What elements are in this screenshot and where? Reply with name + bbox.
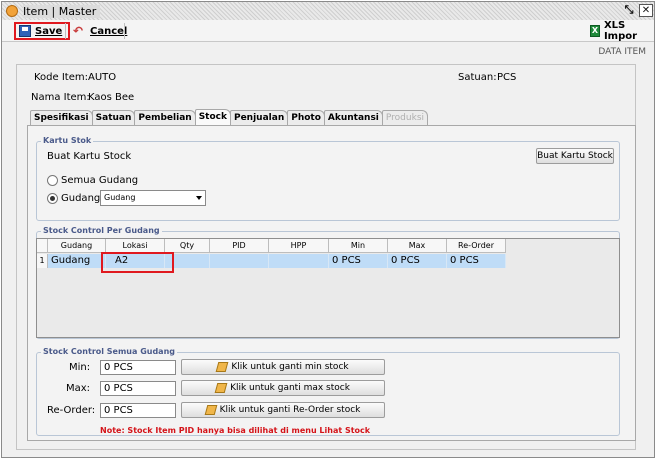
nama-item-label: Nama Item:: [31, 92, 90, 103]
column-header[interactable]: PID: [210, 239, 269, 253]
max-stock-button-label: Klik untuk ganti max stock: [230, 383, 350, 393]
grid-corner: [37, 239, 48, 253]
min-stock-button-label: Klik untuk ganti min stock: [231, 362, 349, 372]
max-stock-button[interactable]: Klik untuk ganti max stock: [181, 380, 385, 396]
kartu-stok-legend: Kartu Stok: [41, 136, 94, 145]
save-label: Save: [35, 25, 63, 37]
cancel-icon: ↶: [73, 23, 84, 38]
reorder-stock-button[interactable]: Klik untuk ganti Re-Order stock: [181, 402, 385, 418]
toolbar: Save ↶ Cancel X XLS Impor: [2, 20, 654, 42]
kartu-stok-subtitle: Buat Kartu Stock: [47, 151, 132, 162]
column-header[interactable]: Max: [388, 239, 447, 253]
kode-item-label: Kode Item:: [34, 72, 88, 83]
tab-strip: Spesifikasi Satuan Pembelian Stock Penju…: [30, 109, 429, 126]
app-icon: [6, 5, 18, 17]
xls-import-button[interactable]: X XLS Impor: [586, 20, 654, 42]
tab-akuntansi[interactable]: Akuntansi: [323, 110, 383, 125]
row-indicator: 1: [37, 254, 48, 268]
table-cell[interactable]: 0 PCS: [329, 254, 388, 268]
grid-header: Gudang Lokasi Qty PID HPP Min Max Re-Ord…: [37, 239, 506, 253]
table-cell[interactable]: 0 PCS: [447, 254, 506, 268]
column-header[interactable]: Min: [329, 239, 388, 253]
column-header[interactable]: Re-Order: [447, 239, 506, 253]
gudang-select[interactable]: Gudang: [100, 190, 206, 206]
pencil-icon: [214, 383, 228, 393]
excel-icon: X: [590, 25, 600, 37]
tab-pembelian[interactable]: Pembelian: [134, 110, 196, 125]
floppy-disk-icon: [19, 25, 31, 37]
semua-gudang-label: Semua Gudang: [61, 175, 139, 186]
min-stock-button[interactable]: Klik untuk ganti min stock: [181, 359, 385, 375]
stock-note: Note: Stock Item PID hanya bisa dilihat …: [100, 426, 371, 435]
toolbar-separator: [124, 23, 125, 39]
table-cell[interactable]: 0 PCS: [388, 254, 447, 268]
tab-penjualan[interactable]: Penjualan: [229, 110, 289, 125]
window-title: Item | Master: [23, 5, 101, 18]
column-header[interactable]: HPP: [269, 239, 329, 253]
table-cell[interactable]: Gudang: [48, 254, 106, 268]
column-header[interactable]: Gudang: [48, 239, 106, 253]
close-icon[interactable]: ✕: [639, 4, 653, 17]
reorder-stock-button-label: Klik untuk ganti Re-Order stock: [219, 405, 361, 415]
nama-item-value: Kaos Bee: [88, 92, 135, 103]
tab-photo[interactable]: Photo: [287, 110, 325, 125]
table-cell[interactable]: [210, 254, 269, 268]
cancel-button[interactable]: ↶ Cancel: [69, 22, 131, 40]
gudang-radio[interactable]: [47, 193, 58, 204]
min-field[interactable]: 0 PCS: [100, 360, 176, 375]
save-button[interactable]: Save: [14, 22, 71, 40]
tab-stock[interactable]: Stock: [194, 109, 231, 126]
max-field[interactable]: 0 PCS: [100, 381, 176, 396]
pencil-icon: [204, 405, 217, 415]
satuan-label: Satuan:: [458, 72, 497, 83]
reorder-label: Re-Order:: [47, 405, 96, 416]
gudang-radio-label: Gudang:: [61, 193, 104, 204]
reorder-field[interactable]: 0 PCS: [100, 403, 176, 418]
toolbar-separator: [65, 23, 66, 39]
chevron-down-icon: [196, 196, 202, 200]
header-caption: DATA ITEM: [598, 47, 646, 57]
cancel-label: Cancel: [90, 25, 128, 37]
column-header[interactable]: Qty: [165, 239, 210, 253]
title-bar[interactable]: Item | Master ⤡ ✕: [2, 2, 654, 20]
min-label: Min:: [69, 362, 91, 373]
pencil-icon: [216, 362, 229, 372]
table-cell[interactable]: [269, 254, 329, 268]
satuan-value: PCS: [497, 72, 517, 83]
stock-control-legend: Stock Control Per Gudang: [41, 226, 162, 235]
restore-icon[interactable]: ⤡: [622, 4, 636, 17]
max-label: Max:: [66, 383, 91, 394]
tab-produksi: Produksi: [381, 110, 429, 125]
buat-kartu-stock-button[interactable]: Buat Kartu Stock: [536, 148, 614, 164]
xls-label: XLS Impor: [603, 20, 638, 42]
semua-gudang-radio[interactable]: [47, 175, 58, 186]
lokasi-cell-highlight: [101, 252, 174, 273]
stock-control-all-legend: Stock Control Semua Gudang: [41, 347, 177, 356]
gudang-select-value: Gudang: [104, 193, 136, 202]
kode-item-value: AUTO: [88, 72, 117, 83]
tab-satuan[interactable]: Satuan: [91, 110, 136, 125]
column-header[interactable]: Lokasi: [106, 239, 165, 253]
tab-spesifikasi[interactable]: Spesifikasi: [30, 110, 93, 125]
